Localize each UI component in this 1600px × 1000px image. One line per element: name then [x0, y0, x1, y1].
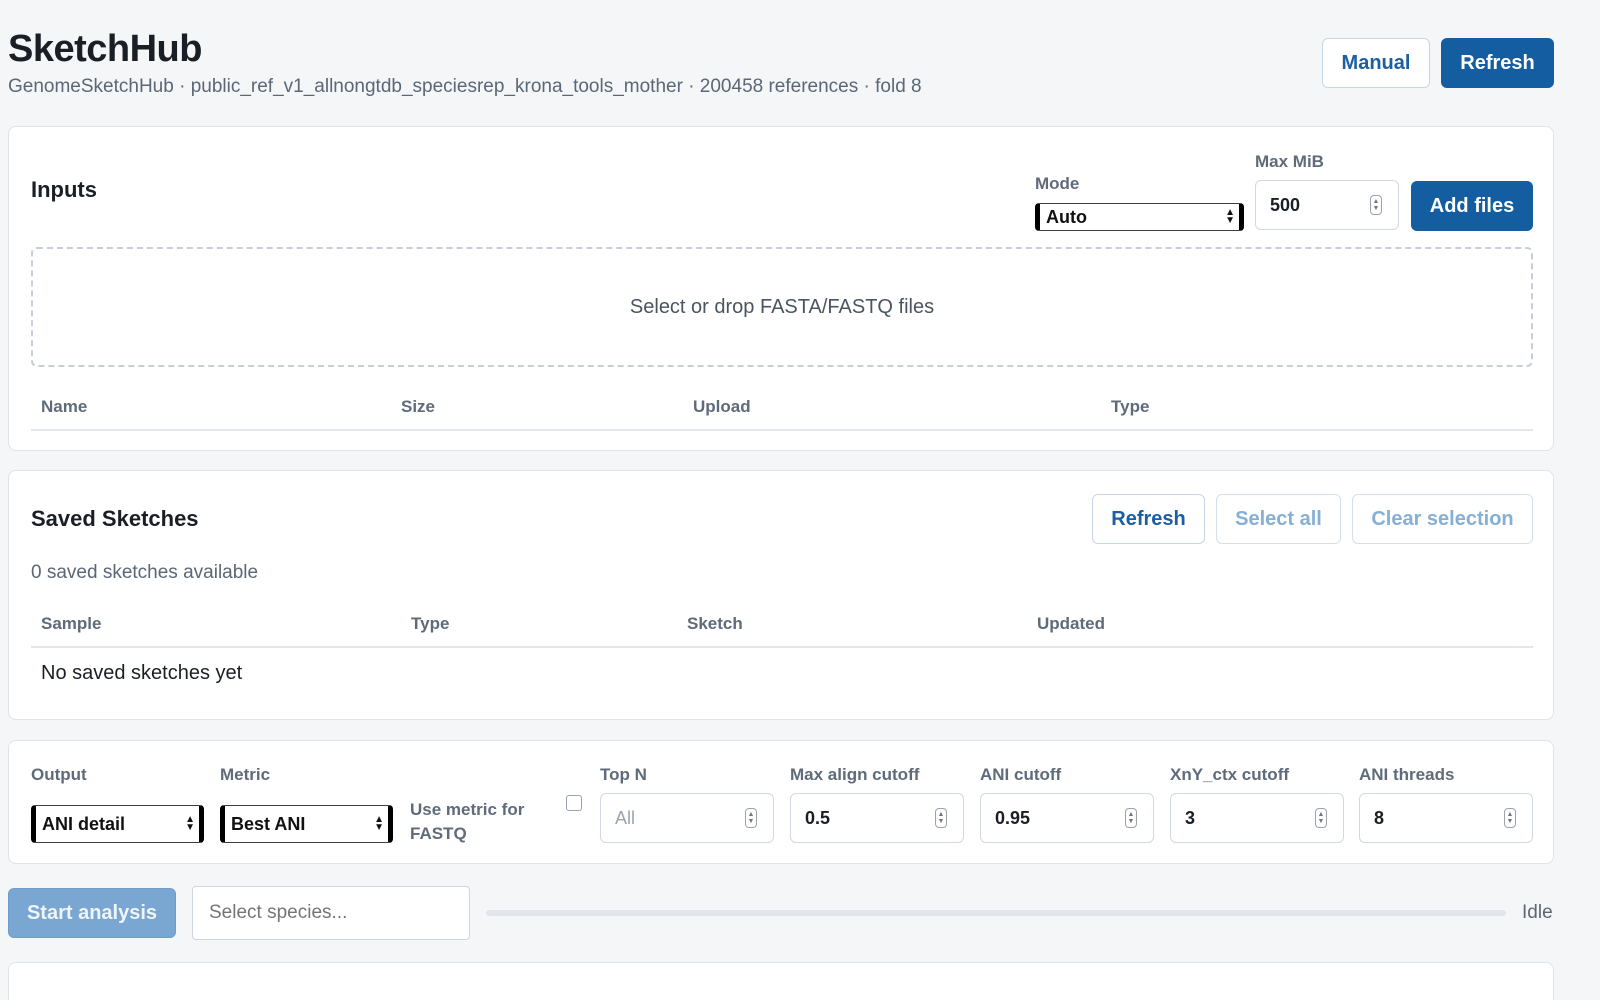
column-header-sketch: Sketch [687, 614, 743, 633]
stepper-icon[interactable]: ▲ ▼ [1125, 808, 1137, 828]
top-n-input[interactable]: All ▲ ▼ [600, 793, 774, 843]
column-header-updated: Updated [1037, 614, 1105, 633]
clear-selection-button[interactable]: Clear selection [1352, 494, 1533, 544]
column-header-type: Type [1111, 397, 1150, 416]
select-arrows-icon: ▲ ▼ [185, 814, 195, 833]
column-header-size: Size [401, 397, 436, 416]
ani-threads-value: 8 [1374, 807, 1385, 828]
ani-threads-label: ANI threads [1359, 765, 1455, 784]
ani-cutoff-input[interactable]: 0.95 ▲ ▼ [980, 793, 1154, 843]
start-analysis-button[interactable]: Start analysis [8, 888, 176, 938]
ani-cutoff-label: ANI cutoff [980, 765, 1062, 784]
top-n-placeholder: All [615, 807, 636, 828]
analysis-status: Idle [1522, 902, 1553, 923]
max-align-cutoff-value: 0.5 [805, 807, 831, 828]
metric-value: Best ANI [231, 813, 306, 834]
inputs-card: Inputs Mode Auto ▲ ▼ Max MiB 500 ▲ ▼ Add f… [8, 126, 1554, 451]
results-card [8, 962, 1554, 1000]
output-label: Output [31, 765, 87, 784]
analysis-progress-bar [486, 910, 1506, 916]
stepper-icon[interactable]: ▲ ▼ [1370, 195, 1382, 215]
saved-sketches-title: Saved Sketches [31, 506, 199, 531]
column-header-sample: Sample [41, 614, 102, 633]
max-align-cutoff-label: Max align cutoff [790, 765, 920, 784]
saved-refresh-button[interactable]: Refresh [1092, 494, 1205, 544]
xny-ctx-cutoff-input[interactable]: 3 ▲ ▼ [1170, 793, 1344, 843]
column-header-type: Type [411, 614, 450, 633]
table-divider [31, 429, 1533, 431]
ani-threads-input[interactable]: 8 ▲ ▼ [1359, 793, 1533, 843]
max-mib-label: Max MiB [1255, 152, 1324, 171]
max-align-cutoff-input[interactable]: 0.5 ▲ ▼ [790, 793, 964, 843]
select-all-button[interactable]: Select all [1216, 494, 1341, 544]
mode-label: Mode [1035, 174, 1080, 193]
select-arrows-icon: ▲ ▼ [1225, 207, 1235, 226]
table-divider [31, 646, 1533, 648]
top-n-label: Top N [600, 765, 647, 784]
output-value: ANI detail [42, 813, 126, 834]
saved-sketches-card: Saved Sketches Refresh Select all Clear … [8, 470, 1554, 720]
mode-select[interactable]: Auto ▲ ▼ [1035, 203, 1244, 231]
max-mib-input[interactable]: 500 ▲ ▼ [1255, 180, 1399, 230]
file-dropzone[interactable]: Select or drop FASTA/FASTQ files [31, 247, 1533, 367]
xny-ctx-cutoff-label: XnY_ctx cutoff [1170, 765, 1290, 784]
max-mib-value: 500 [1270, 194, 1301, 215]
dropzone-text: Select or drop FASTA/FASTQ files [629, 295, 935, 318]
use-metric-checkbox[interactable] [566, 795, 582, 811]
app-subtitle: GenomeSketchHub · public_ref_v1_allnongt… [8, 76, 922, 97]
header-refresh-button[interactable]: Refresh [1441, 38, 1554, 88]
xny-ctx-cutoff-value: 3 [1185, 807, 1196, 828]
stepper-icon[interactable]: ▲ ▼ [1504, 808, 1516, 828]
use-metric-label: Use metric for FASTQ [410, 800, 525, 843]
page-header: SketchHub GenomeSketchHub · public_ref_v… [8, 26, 922, 98]
output-select[interactable]: ANI detail ▲ ▼ [31, 805, 204, 843]
stepper-icon[interactable]: ▲ ▼ [935, 808, 947, 828]
analysis-options-card: Output ANI detail ▲ ▼ Metric Best ANI ▲ ▼ … [8, 740, 1554, 864]
manual-button[interactable]: Manual [1322, 38, 1430, 88]
inputs-title: Inputs [31, 177, 97, 202]
add-files-button[interactable]: Add files [1411, 181, 1533, 231]
saved-sketches-count: 0 saved sketches available [31, 562, 259, 583]
metric-select[interactable]: Best ANI ▲ ▼ [220, 805, 393, 843]
ani-cutoff-value: 0.95 [995, 807, 1031, 828]
select-arrows-icon: ▲ ▼ [374, 814, 384, 833]
metric-label: Metric [220, 765, 271, 784]
app-title: SketchHub [8, 28, 202, 70]
stepper-icon[interactable]: ▲ ▼ [1315, 808, 1327, 828]
mode-value: Auto [1046, 206, 1087, 227]
empty-state-text: No saved sketches yet [41, 662, 243, 684]
stepper-icon[interactable]: ▲ ▼ [745, 808, 757, 828]
species-search-input[interactable] [192, 886, 470, 940]
column-header-upload: Upload [693, 397, 751, 416]
column-header-name: Name [41, 397, 88, 416]
